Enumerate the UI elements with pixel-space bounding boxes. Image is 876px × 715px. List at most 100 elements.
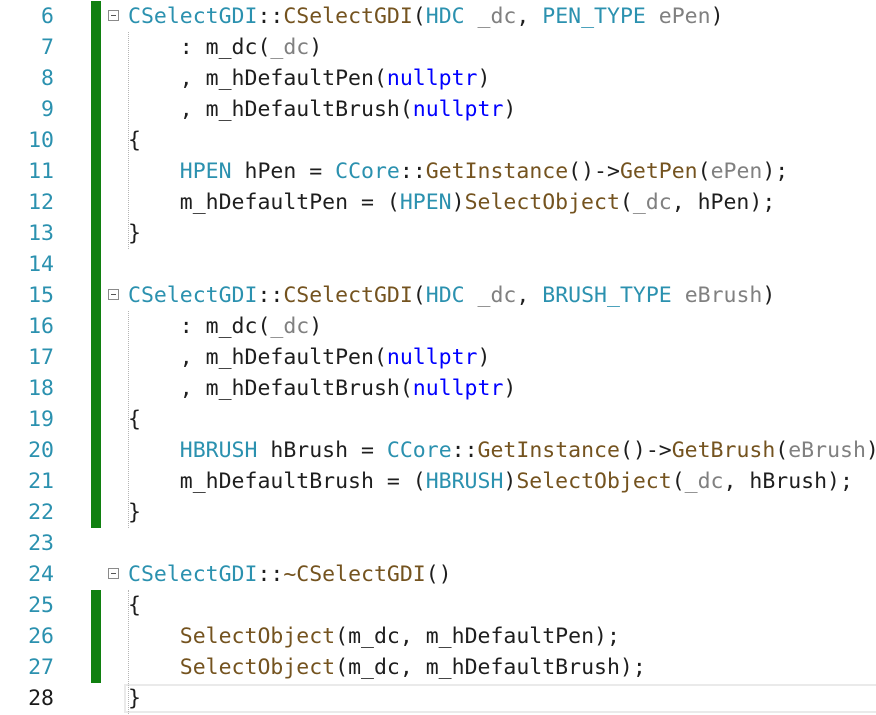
code-line[interactable]: 24 CSelectGDI::~CSelectGDI() <box>0 559 876 590</box>
code-token: { <box>128 407 141 432</box>
code-token: :: <box>257 4 284 29</box>
code-line[interactable]: 19 { <box>0 404 876 435</box>
line-number: 27 <box>28 655 54 680</box>
code-token: _dc <box>477 4 517 29</box>
code-line[interactable]: 12 m_hDefaultPen = (HPEN)SelectObject(_d… <box>0 187 876 218</box>
code-text[interactable]: : m_dc(_dc) <box>128 313 322 340</box>
line-number: 23 <box>28 531 54 556</box>
code-line[interactable]: 28} <box>0 683 876 714</box>
code-token: ); <box>866 438 876 463</box>
line-number: 11 <box>28 159 54 184</box>
code-text[interactable]: HPEN hPen = CCore::GetInstance()->GetPen… <box>128 158 788 185</box>
code-token: , <box>723 469 750 494</box>
code-token: _dc <box>270 35 310 60</box>
code-line[interactable]: 22} <box>0 497 876 528</box>
code-line[interactable]: 8 , m_hDefaultPen(nullptr) <box>0 63 876 94</box>
code-line[interactable]: 6 CSelectGDI::CSelectGDI(HDC _dc, PEN_TYP… <box>0 1 876 32</box>
code-text[interactable]: , m_hDefaultBrush(nullptr) <box>128 375 517 402</box>
code-token: } <box>128 500 141 525</box>
code-line[interactable]: 20 HBRUSH hBrush = CCore::GetInstance()-… <box>0 435 876 466</box>
line-number: 17 <box>28 345 54 370</box>
code-text[interactable]: { <box>128 592 141 619</box>
code-token: { <box>128 128 141 153</box>
line-number: 16 <box>28 314 54 339</box>
code-token: ()-> <box>619 438 672 463</box>
code-token: GetBrush <box>671 438 776 463</box>
code-token: :: <box>257 283 284 308</box>
code-text[interactable]: m_hDefaultPen = (HPEN)SelectObject(_dc, … <box>128 189 776 216</box>
code-text[interactable]: SelectObject(m_dc, m_hDefaultBrush); <box>128 654 646 681</box>
code-line[interactable]: 10 { <box>0 125 876 156</box>
code-text[interactable]: , m_hDefaultBrush(nullptr) <box>128 96 517 123</box>
code-token: _dc <box>270 314 310 339</box>
code-text[interactable]: , m_hDefaultPen(nullptr) <box>128 65 491 92</box>
change-indicator-bar <box>91 435 101 466</box>
code-token: , m_hDefaultPen( <box>128 345 387 370</box>
code-line[interactable]: 7 : m_dc(_dc) <box>0 32 876 63</box>
code-line[interactable]: 25 { <box>0 590 876 621</box>
code-token: CSelectGDI <box>128 4 258 29</box>
code-text[interactable]: } <box>128 499 141 526</box>
change-indicator-bar <box>91 156 101 187</box>
code-token: :: <box>399 159 426 184</box>
code-token: ePen <box>710 159 763 184</box>
code-text[interactable]: SelectObject(m_dc, m_hDefaultPen); <box>128 623 620 650</box>
change-indicator-bar <box>91 187 101 218</box>
code-editor[interactable]: 6 CSelectGDI::CSelectGDI(HDC _dc, PEN_TYP… <box>0 0 876 715</box>
code-line[interactable]: 16 : m_dc(_dc) <box>0 311 876 342</box>
code-token: ( <box>775 438 789 463</box>
code-line[interactable]: 15 CSelectGDI::CSelectGDI(HDC _dc, BRUSH_… <box>0 280 876 311</box>
collapse-icon[interactable] <box>108 568 119 579</box>
code-text[interactable]: HBRUSH hBrush = CCore::GetInstance()->Ge… <box>128 437 876 464</box>
code-line[interactable]: 18 , m_hDefaultBrush(nullptr) <box>0 373 876 404</box>
line-number: 12 <box>28 190 54 215</box>
change-indicator-bar <box>91 373 101 404</box>
code-line[interactable]: 9 , m_hDefaultBrush(nullptr) <box>0 94 876 125</box>
code-token: ) <box>477 345 491 370</box>
collapse-icon[interactable] <box>108 289 119 300</box>
collapse-icon[interactable] <box>108 10 119 21</box>
code-text[interactable]: , m_hDefaultPen(nullptr) <box>128 344 491 371</box>
code-line[interactable]: 11 HPEN hPen = CCore::GetInstance()->Get… <box>0 156 876 187</box>
code-line[interactable]: 14 <box>0 249 876 280</box>
code-token: SelectObject <box>516 469 672 494</box>
change-indicator-bar <box>91 404 101 435</box>
code-token: :: <box>451 438 478 463</box>
code-text[interactable]: CSelectGDI::CSelectGDI(HDC _dc, PEN_TYPE… <box>128 3 724 30</box>
code-text[interactable]: { <box>128 406 141 433</box>
code-line[interactable]: 17 , m_hDefaultPen(nullptr) <box>0 342 876 373</box>
code-token: ) <box>762 283 776 308</box>
code-token: ()-> <box>568 159 620 184</box>
code-text[interactable]: : m_dc(_dc) <box>128 34 322 61</box>
code-line[interactable]: 21 m_hDefaultBrush = (HBRUSH)SelectObjec… <box>0 466 876 497</box>
code-line[interactable]: 13} <box>0 218 876 249</box>
code-line[interactable]: 27 SelectObject(m_dc, m_hDefaultBrush); <box>0 652 876 683</box>
code-text[interactable]: CSelectGDI::CSelectGDI(HDC _dc, BRUSH_TY… <box>128 282 775 309</box>
code-token: , m_hDefaultPen( <box>128 66 387 91</box>
line-number: 10 <box>28 128 54 153</box>
code-token: ePen <box>658 4 711 29</box>
code-text[interactable]: CSelectGDI::~CSelectGDI() <box>128 561 452 588</box>
code-token: ( <box>697 159 711 184</box>
code-token: ); <box>762 159 789 184</box>
code-text[interactable]: } <box>128 685 141 712</box>
code-text[interactable]: } <box>128 220 141 247</box>
code-line[interactable]: 23 <box>0 528 876 559</box>
code-text[interactable]: m_hDefaultBrush = (HBRUSH)SelectObject(_… <box>128 468 853 495</box>
code-token: nullptr <box>386 66 478 91</box>
line-number: 7 <box>41 35 54 60</box>
code-token: CSelectGDI <box>128 562 258 587</box>
code-token: ( <box>619 190 633 215</box>
code-line[interactable]: 26 SelectObject(m_dc, m_hDefaultPen); <box>0 621 876 652</box>
code-text[interactable]: { <box>128 127 141 154</box>
change-indicator-bar <box>91 280 101 311</box>
code-token: ( <box>412 4 426 29</box>
code-token: nullptr <box>412 376 504 401</box>
code-token: ( <box>671 469 685 494</box>
code-token: GetInstance <box>477 438 620 463</box>
